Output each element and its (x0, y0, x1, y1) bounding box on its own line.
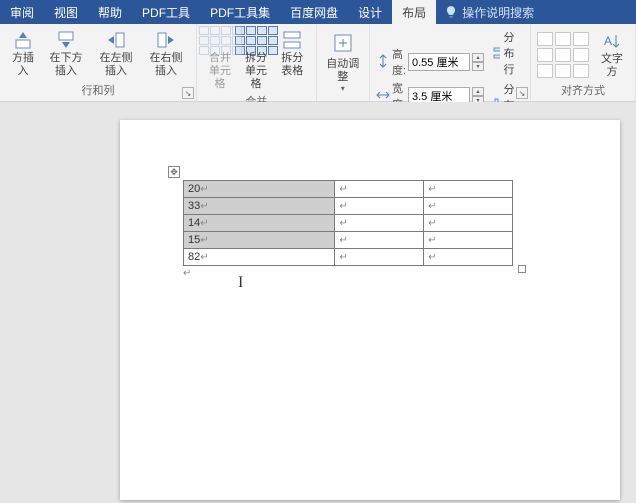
table-row[interactable]: 14↵↵↵ (184, 215, 513, 232)
merge-cells-button: 合并 单元格 (203, 28, 237, 93)
table-row[interactable]: 33↵↵↵ (184, 198, 513, 215)
insert-above-icon (13, 30, 33, 50)
table-row[interactable]: 82↵↵↵ (184, 249, 513, 266)
table-row[interactable]: 15↵↵↵ (184, 232, 513, 249)
align-br[interactable] (573, 64, 589, 78)
ribbon-tabs: 审阅 视图 帮助 PDF工具 PDF工具集 百度网盘 设计 布局 操作说明搜索 (0, 0, 636, 24)
tell-me-label: 操作说明搜索 (462, 4, 534, 21)
group-align: A 文字方 对齐方式 (531, 24, 636, 101)
table-cell[interactable]: ↵ (424, 232, 513, 249)
insert-above-button[interactable]: 方插入 (6, 28, 40, 80)
tab-help[interactable]: 帮助 (88, 0, 132, 24)
text-cursor: I (238, 274, 243, 292)
table-cell[interactable]: 14↵ (184, 215, 335, 232)
distribute-rows-icon (493, 46, 500, 60)
table-cell[interactable]: ↵ (335, 181, 424, 198)
table-cell[interactable]: ↵ (335, 232, 424, 249)
alignment-grid (537, 32, 589, 78)
lightbulb-icon (444, 5, 458, 19)
insert-left-button[interactable]: 在左侧插入 (92, 28, 140, 80)
insert-left-icon (106, 30, 126, 50)
merge-cells-icon (210, 30, 230, 50)
table-cell[interactable]: ↵ (424, 249, 513, 266)
height-input[interactable] (408, 53, 470, 71)
table-move-handle[interactable]: ✥ (168, 166, 180, 178)
paragraph-mark: ↵ (183, 268, 595, 279)
table-cell[interactable]: ↵ (335, 198, 424, 215)
table-cell[interactable]: ↵ (335, 215, 424, 232)
group-rows-cols-label: 行和列 (6, 82, 190, 99)
group-cell-size: 高度: ▴▾ 宽度: ▴▾ 分布行 分布列 (370, 24, 531, 101)
autofit-button[interactable]: 自动调整 ▾ (323, 28, 363, 95)
autofit-icon (330, 30, 356, 56)
align-tc[interactable] (555, 32, 571, 46)
insert-below-icon (56, 30, 76, 50)
rows-cols-launcher[interactable]: ↘ (182, 87, 194, 99)
split-table-button[interactable]: 拆分表格 (275, 28, 310, 80)
distribute-rows-button[interactable]: 分布行 (490, 28, 524, 78)
table-cell[interactable]: 20↵ (184, 181, 335, 198)
group-merge: 合并 单元格 拆分 单元格 拆分表格 合并 (197, 24, 317, 101)
insert-right-icon (156, 30, 176, 50)
text-direction-icon: A (602, 31, 622, 51)
height-down[interactable]: ▾ (472, 62, 484, 71)
split-table-icon (282, 30, 302, 50)
align-bl[interactable] (537, 64, 553, 78)
insert-below-button[interactable]: 在下方插入 (42, 28, 90, 80)
cell-size-launcher[interactable]: ↘ (516, 87, 528, 99)
table-cell[interactable]: ↵ (424, 215, 513, 232)
table-cell[interactable]: ↵ (335, 249, 424, 266)
tab-layout[interactable]: 布局 (392, 0, 436, 24)
table-cell[interactable]: 33↵ (184, 198, 335, 215)
group-rows-cols: 方插入 在下方插入 在左侧插入 在右侧插入 行和列 ↘ (0, 24, 197, 101)
group-autofit: 自动调整 ▾ (317, 24, 370, 101)
table-cell[interactable]: ↵ (424, 181, 513, 198)
split-cells-button[interactable]: 拆分 单元格 (239, 28, 273, 93)
align-tl[interactable] (537, 32, 553, 46)
height-label: 高度: (392, 46, 406, 78)
align-mr[interactable] (573, 48, 589, 62)
split-cells-icon (246, 30, 266, 50)
align-tr[interactable] (573, 32, 589, 46)
insert-right-button[interactable]: 在右侧插入 (142, 28, 190, 80)
align-mc[interactable] (555, 48, 571, 62)
align-bc[interactable] (555, 64, 571, 78)
tab-design[interactable]: 设计 (348, 0, 392, 24)
table-resize-handle[interactable] (518, 265, 526, 273)
tab-review[interactable]: 审阅 (0, 0, 44, 24)
table-row[interactable]: 20↵↵↵ (184, 181, 513, 198)
tab-view[interactable]: 视图 (44, 0, 88, 24)
svg-text:A: A (604, 34, 612, 48)
text-direction-button[interactable]: A 文字方 (595, 29, 629, 81)
table-cell[interactable]: ↵ (424, 198, 513, 215)
group-align-label: 对齐方式 (537, 82, 629, 99)
document-area: ✥ 20↵↵↵33↵↵↵14↵↵↵15↵↵↵82↵↵↵ ↵ I (0, 102, 636, 503)
tab-pdf-toolset[interactable]: PDF工具集 (200, 0, 280, 24)
align-ml[interactable] (537, 48, 553, 62)
width-up[interactable]: ▴ (472, 87, 484, 96)
chevron-down-icon: ▾ (341, 84, 345, 93)
document-page[interactable]: ✥ 20↵↵↵33↵↵↵14↵↵↵15↵↵↵82↵↵↵ ↵ I (120, 120, 620, 500)
height-icon (376, 54, 390, 71)
tell-me-search[interactable]: 操作说明搜索 (436, 0, 542, 24)
height-up[interactable]: ▴ (472, 53, 484, 62)
ribbon: 方插入 在下方插入 在左侧插入 在右侧插入 行和列 ↘ 合并 单元格 (0, 24, 636, 102)
tab-pdf-tool[interactable]: PDF工具 (132, 0, 200, 24)
table-cell[interactable]: 82↵ (184, 249, 335, 266)
table-cell[interactable]: 15↵ (184, 232, 335, 249)
document-table[interactable]: 20↵↵↵33↵↵↵14↵↵↵15↵↵↵82↵↵↵ (183, 180, 513, 266)
tab-baidu[interactable]: 百度网盘 (280, 0, 348, 24)
